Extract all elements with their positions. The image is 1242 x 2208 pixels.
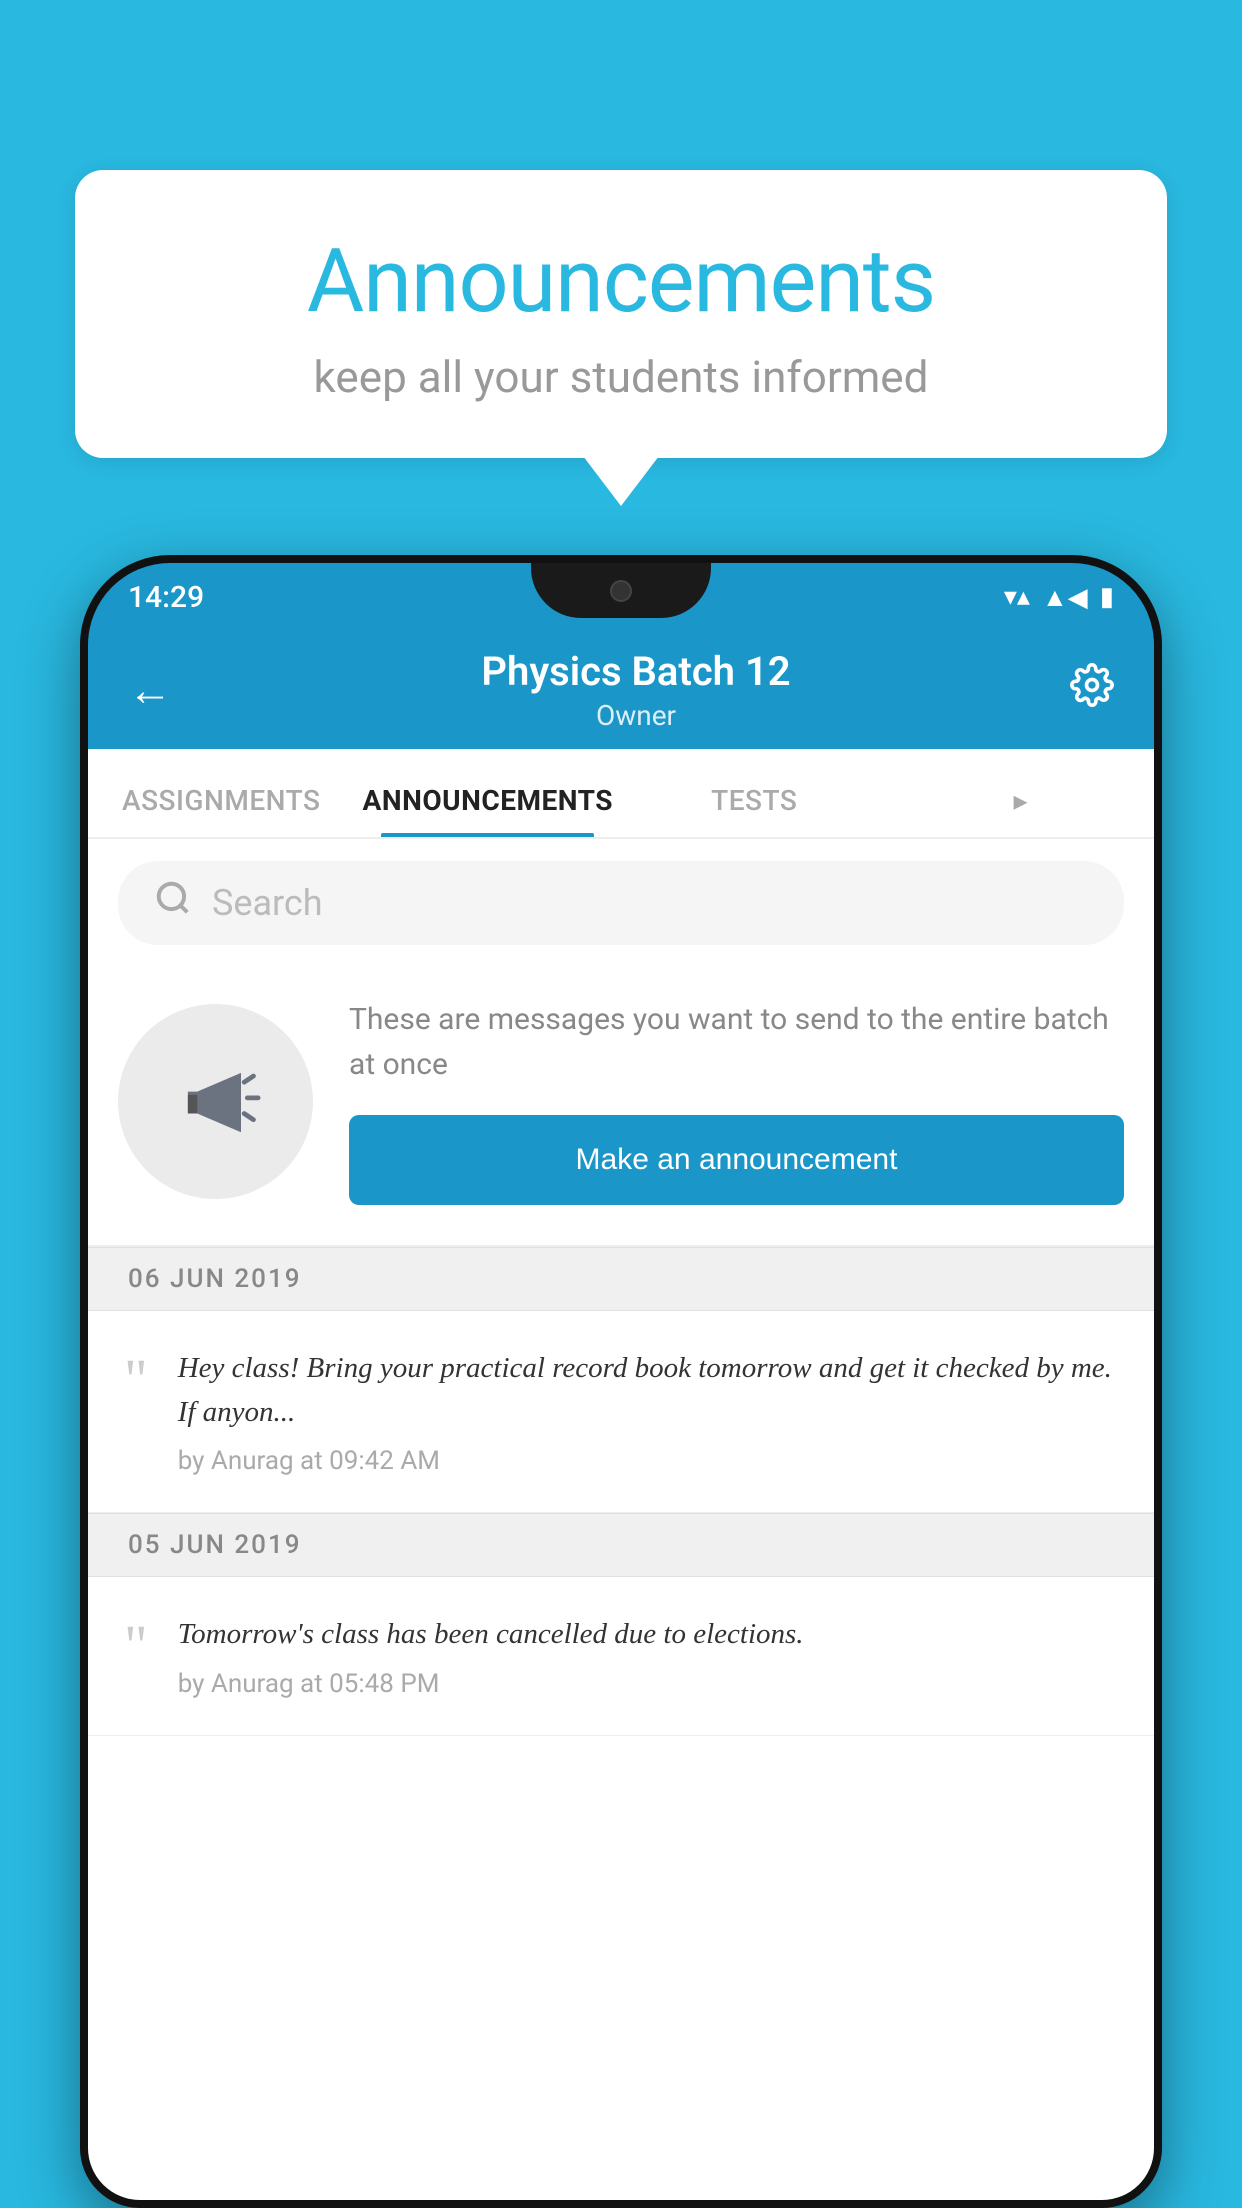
notch — [531, 563, 711, 618]
tab-bar: ASSIGNMENTS ANNOUNCEMENTS TESTS ▸ — [88, 749, 1154, 839]
header-subtitle: Owner — [202, 699, 1070, 732]
power-button[interactable] — [1156, 833, 1162, 953]
volume-down-button[interactable] — [80, 883, 86, 963]
quote-icon-2: " — [124, 1617, 148, 1675]
phone-frame: 14:29 ▾▴ ▲◀ ▮ ← Physics Batch 12 Owner — [80, 555, 1162, 2208]
tab-more[interactable]: ▸ — [888, 784, 1155, 837]
announcement-prompt: These are messages you want to send to t… — [88, 967, 1154, 1247]
battery-icon: ▮ — [1100, 582, 1114, 612]
wifi-icon: ▾▴ — [1004, 582, 1030, 612]
quote-icon-1: " — [124, 1351, 148, 1409]
signal-icon: ▲◀ — [1042, 582, 1088, 613]
date-header-2: 05 JUN 2019 — [88, 1513, 1154, 1577]
status-time: 14:29 — [128, 580, 204, 615]
megaphone-icon — [166, 1051, 266, 1151]
message-meta-2: by Anurag at 05:48 PM — [178, 1669, 1118, 1699]
bubble-subtitle: keep all your students informed — [155, 351, 1087, 403]
search-icon — [154, 879, 192, 927]
bubble-title: Announcements — [155, 230, 1087, 333]
app-header: ← Physics Batch 12 Owner — [88, 631, 1154, 749]
search-placeholder: Search — [212, 882, 323, 924]
announcement-prompt-right: These are messages you want to send to t… — [349, 997, 1124, 1205]
header-title: Physics Batch 12 — [202, 648, 1070, 695]
message-item-2[interactable]: " Tomorrow's class has been cancelled du… — [88, 1577, 1154, 1736]
header-center: Physics Batch 12 Owner — [202, 648, 1070, 732]
message-text-2: Tomorrow's class has been cancelled due … — [178, 1613, 1118, 1657]
settings-button[interactable] — [1070, 663, 1114, 718]
message-meta-1: by Anurag at 09:42 AM — [178, 1446, 1118, 1476]
message-item-1[interactable]: " Hey class! Bring your practical record… — [88, 1311, 1154, 1513]
prompt-description: These are messages you want to send to t… — [349, 997, 1124, 1087]
megaphone-circle — [118, 1004, 313, 1199]
phone-content: Search These are messages you want to se… — [88, 839, 1154, 2200]
message-text-1: Hey class! Bring your practical record b… — [178, 1347, 1118, 1434]
announcement-bubble: Announcements keep all your students inf… — [75, 170, 1167, 458]
tab-announcements[interactable]: ANNOUNCEMENTS — [355, 784, 622, 837]
back-button[interactable]: ← — [128, 664, 172, 716]
date-header-1: 06 JUN 2019 — [88, 1247, 1154, 1311]
tab-assignments[interactable]: ASSIGNMENTS — [88, 784, 355, 837]
camera — [610, 580, 632, 602]
phone-screen: 14:29 ▾▴ ▲◀ ▮ ← Physics Batch 12 Owner — [88, 563, 1154, 2200]
make-announcement-button[interactable]: Make an announcement — [349, 1115, 1124, 1205]
message-content-1: Hey class! Bring your practical record b… — [178, 1347, 1118, 1476]
message-content-2: Tomorrow's class has been cancelled due … — [178, 1613, 1118, 1699]
tab-tests[interactable]: TESTS — [621, 784, 888, 837]
search-bar[interactable]: Search — [118, 861, 1124, 945]
status-icons: ▾▴ ▲◀ ▮ — [1004, 582, 1114, 613]
volume-up-button[interactable] — [80, 783, 86, 863]
status-bar: 14:29 ▾▴ ▲◀ ▮ — [88, 563, 1154, 631]
